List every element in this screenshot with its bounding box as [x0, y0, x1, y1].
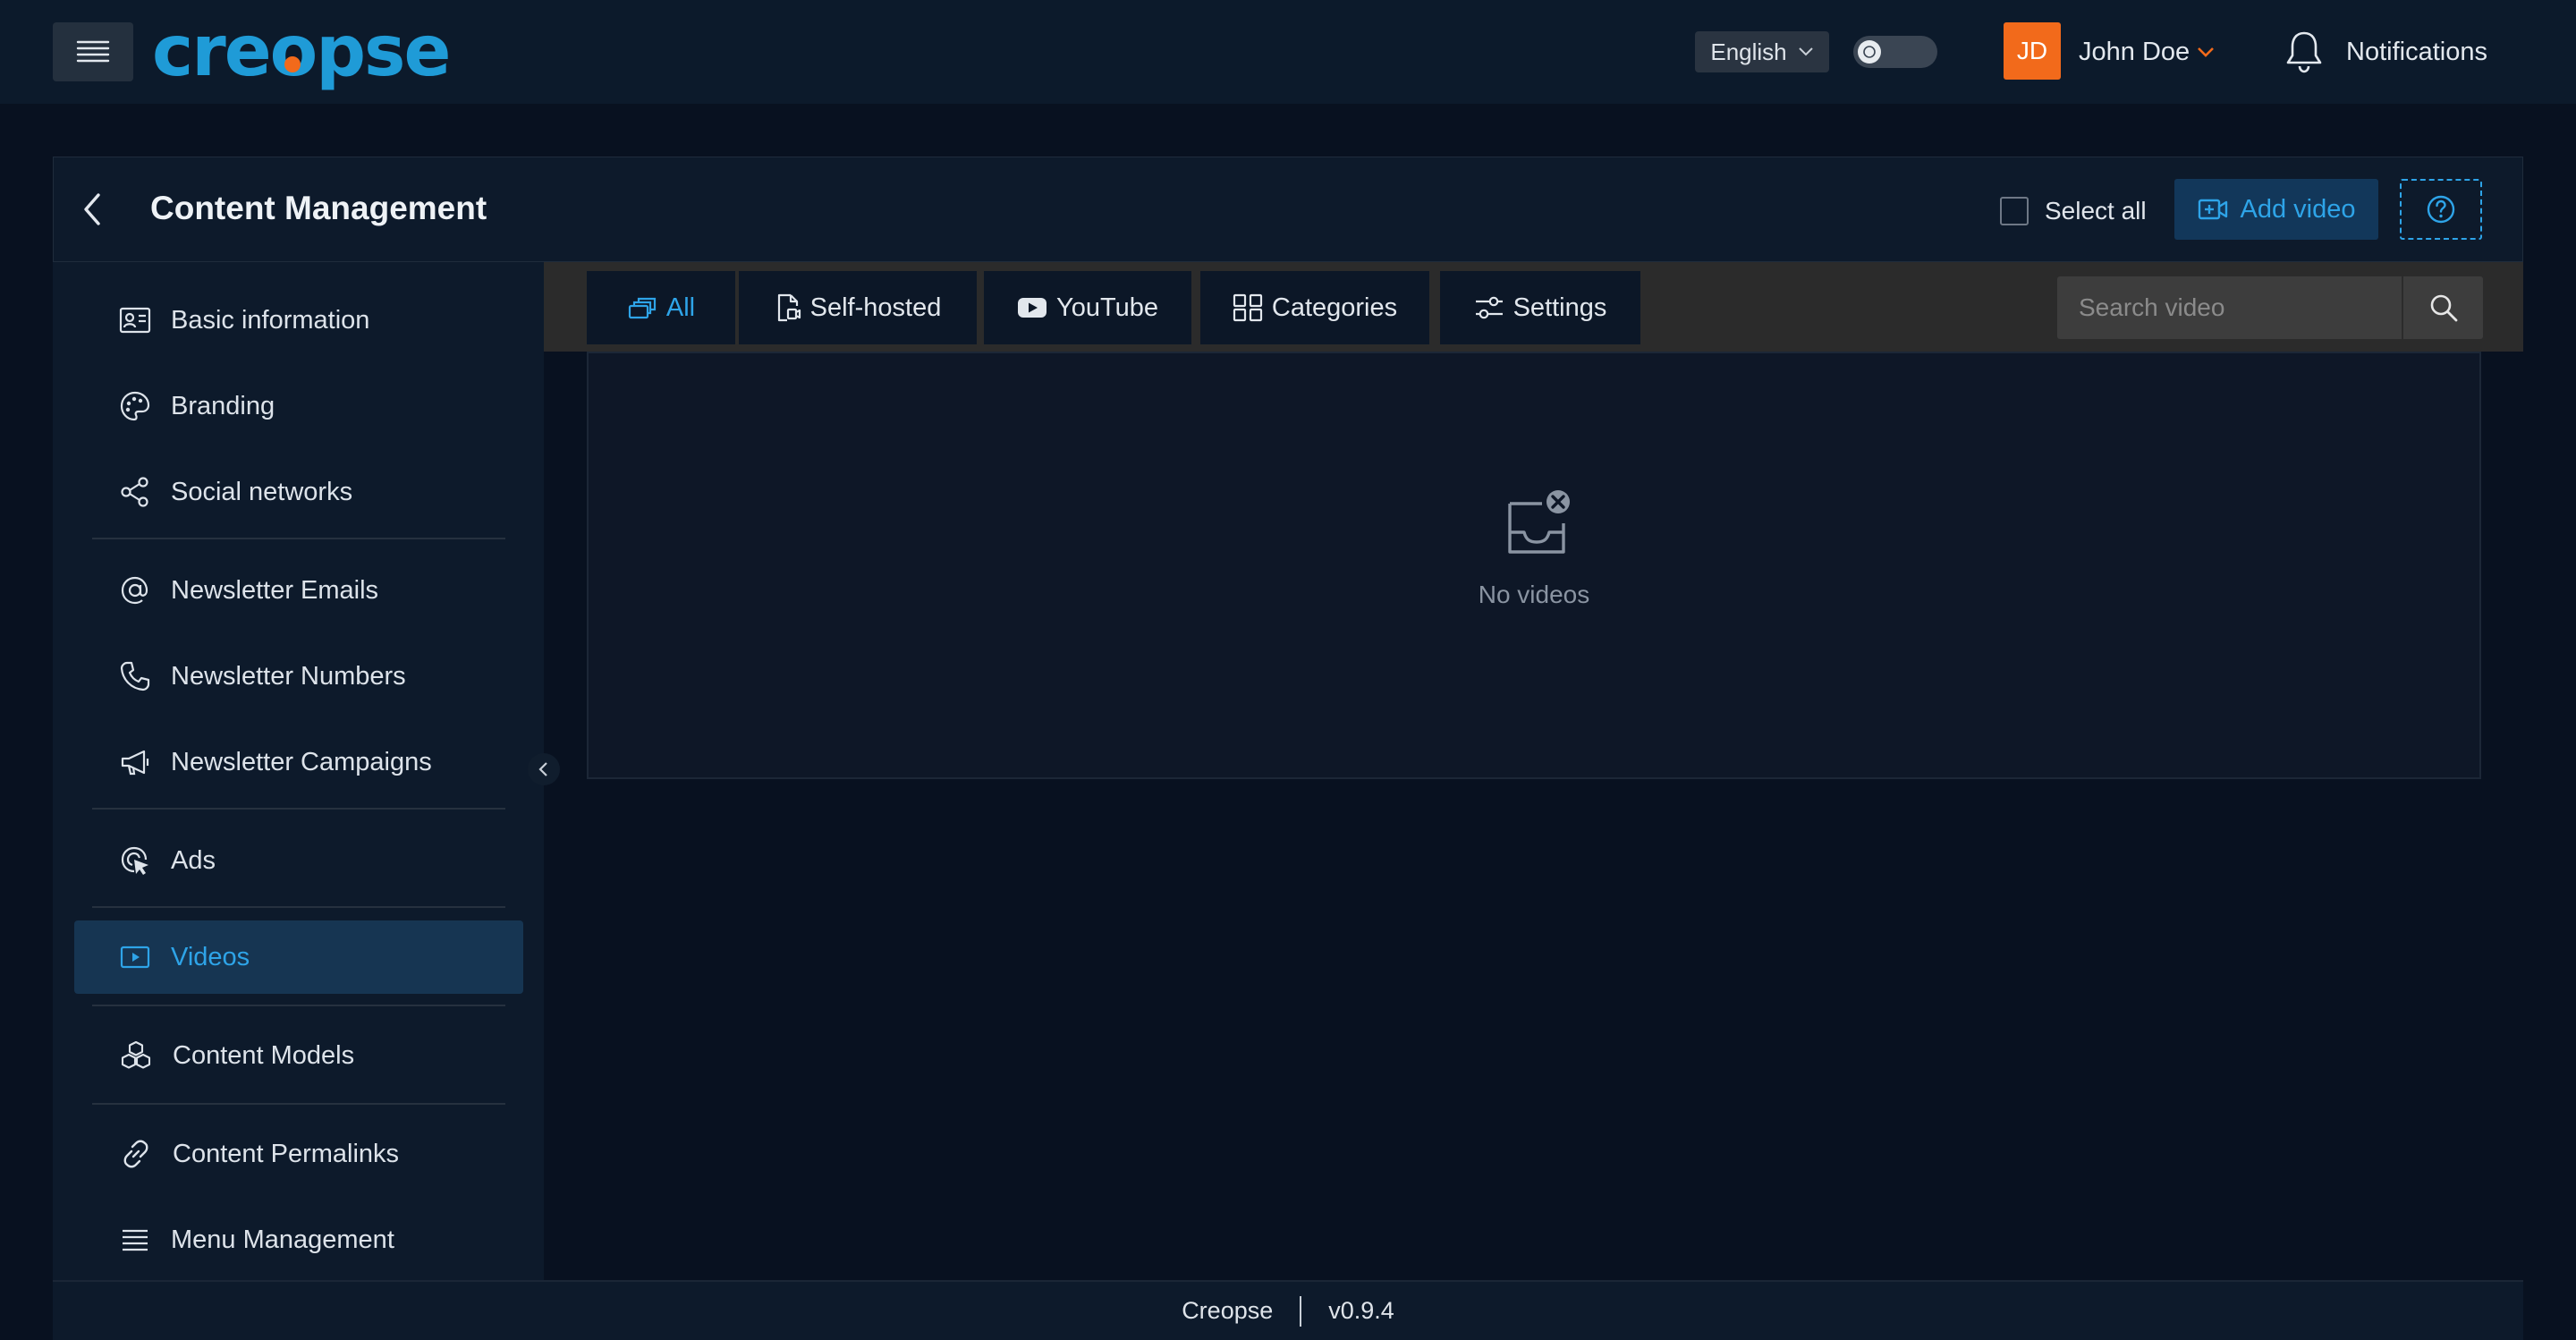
- chevron-left-icon: [538, 762, 547, 776]
- footer: Creopse v0.9.4: [53, 1280, 2523, 1340]
- sidebar-item-label: Videos: [171, 942, 250, 971]
- language-label: English: [1710, 38, 1787, 65]
- menu-toggle-button[interactable]: [53, 22, 133, 81]
- tab-all[interactable]: All: [587, 271, 735, 344]
- sidebar-item-newsletter-numbers[interactable]: Newsletter Numbers: [74, 640, 523, 713]
- divider: [92, 1005, 505, 1006]
- hamburger-icon: [76, 40, 110, 63]
- video-tabs-bar: All Self-hosted YouTube Categories Setti…: [544, 262, 2523, 352]
- menu-icon: [123, 1229, 148, 1251]
- app-logo[interactable]: creo pse: [152, 14, 451, 89]
- tab-label: YouTube: [1056, 293, 1158, 322]
- sidebar: Basic information Branding Social networ…: [53, 262, 544, 1280]
- sliders-icon: [1475, 296, 1503, 319]
- divider: [1300, 1295, 1302, 1327]
- search-button[interactable]: [2402, 276, 2483, 339]
- sidebar-item-label: Newsletter Emails: [171, 575, 379, 605]
- megaphone-icon: [121, 750, 149, 776]
- help-circle-icon: [2427, 195, 2455, 224]
- empty-inbox-icon: [1501, 488, 1572, 559]
- collapse-sidebar-button[interactable]: [528, 753, 560, 785]
- sidebar-item-content-models[interactable]: Content Models: [74, 1019, 523, 1092]
- avatar[interactable]: JD: [2004, 22, 2061, 80]
- divider: [92, 538, 505, 539]
- sidebar-item-menu-management[interactable]: Menu Management: [74, 1203, 523, 1276]
- sidebar-item-newsletter-emails[interactable]: Newsletter Emails: [74, 554, 523, 627]
- tab-settings[interactable]: Settings: [1440, 271, 1640, 344]
- video-icon: [120, 946, 150, 969]
- footer-version: v0.9.4: [1328, 1297, 1394, 1324]
- add-video-button[interactable]: Add video: [2174, 179, 2378, 240]
- sidebar-item-label: Menu Management: [171, 1225, 394, 1254]
- cubes-icon: [121, 1040, 151, 1069]
- sidebar-item-branding[interactable]: Branding: [74, 369, 523, 443]
- sidebar-item-basic-information[interactable]: Basic information: [74, 284, 523, 357]
- id-card-icon: [119, 307, 151, 334]
- user-name: John Doe: [2079, 37, 2190, 66]
- chevron-down-icon: [2198, 47, 2215, 57]
- divider: [92, 906, 505, 908]
- moon-icon: [1858, 40, 1881, 64]
- at-sign-icon: [121, 576, 148, 605]
- divider: [92, 808, 505, 810]
- search-box: [2057, 276, 2483, 339]
- chevron-left-icon: [84, 193, 100, 225]
- footer-app-name: Creopse: [1182, 1297, 1274, 1324]
- bell-icon[interactable]: [2283, 29, 2326, 75]
- tab-label: Self-hosted: [809, 293, 942, 322]
- search-input[interactable]: [2057, 276, 2402, 339]
- page-title: Content Management: [150, 190, 487, 226]
- link-icon: [123, 1140, 148, 1168]
- empty-state-message: No videos: [1478, 581, 1590, 608]
- sidebar-item-label: Basic information: [171, 305, 370, 335]
- cards-icon: [628, 297, 656, 319]
- sidebar-item-label: Content Permalinks: [173, 1139, 400, 1168]
- chevron-down-icon: [1798, 47, 1813, 56]
- phone-icon: [120, 661, 150, 691]
- sidebar-item-newsletter-campaigns[interactable]: Newsletter Campaigns: [74, 725, 523, 799]
- user-menu[interactable]: John Doe: [2079, 34, 2215, 70]
- theme-toggle[interactable]: [1853, 36, 1937, 68]
- language-select[interactable]: English: [1695, 31, 1829, 72]
- sidebar-item-label: Newsletter Numbers: [171, 661, 406, 691]
- video-add-icon: [2198, 199, 2227, 220]
- sidebar-item-label: Branding: [171, 391, 275, 420]
- sidebar-item-label: Ads: [171, 845, 216, 875]
- sidebar-item-social-networks[interactable]: Social networks: [74, 455, 523, 529]
- notifications-link[interactable]: Notifications: [2346, 34, 2487, 70]
- sidebar-item-label: Newsletter Campaigns: [171, 747, 432, 776]
- add-video-label: Add video: [2240, 194, 2356, 224]
- search-icon: [2430, 294, 2457, 322]
- share-icon: [121, 477, 148, 507]
- categories-icon: [1233, 293, 1262, 322]
- top-bar: creo pse English JD John Doe Notification…: [0, 0, 2576, 104]
- sidebar-item-label: Social networks: [171, 477, 353, 506]
- help-button[interactable]: [2400, 179, 2482, 240]
- palette-icon: [120, 391, 150, 421]
- tab-label: Categories: [1271, 293, 1398, 322]
- file-video-icon: [777, 293, 801, 322]
- tab-categories[interactable]: Categories: [1200, 271, 1429, 344]
- youtube-icon: [1018, 298, 1047, 318]
- sidebar-item-content-permalinks[interactable]: Content Permalinks: [74, 1117, 523, 1191]
- sidebar-item-label: Content Models: [173, 1040, 355, 1070]
- content-header: Content Management Select all Add video: [53, 157, 2523, 262]
- select-all-label: Select all: [2045, 197, 2147, 225]
- sidebar-item-videos[interactable]: Videos: [74, 920, 523, 994]
- video-list-area: No videos: [587, 352, 2481, 779]
- tab-label: Settings: [1513, 293, 1607, 322]
- ads-click-icon: [121, 846, 148, 875]
- sidebar-item-ads[interactable]: Ads: [74, 824, 523, 897]
- tab-youtube[interactable]: YouTube: [984, 271, 1191, 344]
- divider: [92, 1103, 505, 1105]
- tab-label: All: [665, 293, 696, 322]
- back-button[interactable]: [79, 191, 106, 227]
- checkbox[interactable]: [2000, 197, 2029, 225]
- select-all-checkbox[interactable]: Select all: [2000, 197, 2147, 225]
- tab-self-hosted[interactable]: Self-hosted: [739, 271, 977, 344]
